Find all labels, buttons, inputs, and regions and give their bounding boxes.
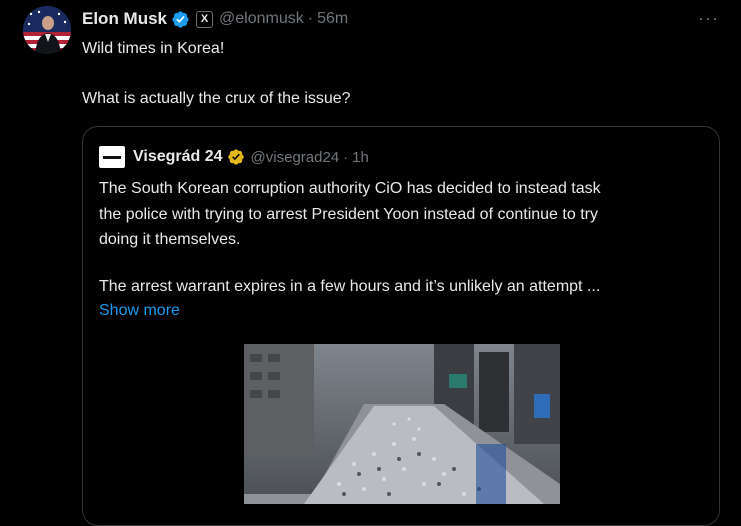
timestamp[interactable]: 56m xyxy=(317,10,348,28)
tweet-header: Elon Musk X @elonmusk · 56m xyxy=(82,8,348,30)
separator-dot: · xyxy=(307,10,314,27)
quoted-tweet-header: Visegrád 24 @visegrad24 · 1h xyxy=(99,146,369,168)
quoted-tweet[interactable]: Visegrád 24 @visegrad24 · 1h The South K… xyxy=(82,126,720,526)
avatar[interactable] xyxy=(23,6,71,54)
quoted-author-handle[interactable]: @visegrad24 xyxy=(251,149,340,166)
tweet-text-line: Wild times in Korea! xyxy=(82,40,225,57)
tweet: Elon Musk X @elonmusk · 56m ··· Wild tim… xyxy=(0,0,741,526)
quoted-text-line: The South Korean corruption authority Ci… xyxy=(99,180,601,197)
show-more-link[interactable]: Show more xyxy=(99,302,180,320)
quoted-text-line: The arrest warrant expires in a few hour… xyxy=(99,278,601,295)
quoted-author-avatar[interactable] xyxy=(99,146,125,168)
tweet-text-line: What is actually the crux of the issue? xyxy=(82,90,351,107)
more-options-icon[interactable]: ··· xyxy=(698,8,719,29)
separator-dot: · xyxy=(343,148,349,166)
x-logo-icon: X xyxy=(196,10,214,28)
gold-verified-badge-icon xyxy=(227,148,245,166)
quoted-timestamp[interactable]: 1h xyxy=(352,149,369,166)
verified-badge-icon xyxy=(171,10,190,29)
quoted-author-name[interactable]: Visegrád 24 xyxy=(133,148,223,166)
author-handle[interactable]: @elonmusk xyxy=(219,10,304,28)
quoted-text-line: doing it themselves. xyxy=(99,231,241,248)
media-image[interactable] xyxy=(244,344,560,504)
author-name[interactable]: Elon Musk xyxy=(82,9,167,29)
quoted-text-line: the police with trying to arrest Preside… xyxy=(99,206,598,223)
